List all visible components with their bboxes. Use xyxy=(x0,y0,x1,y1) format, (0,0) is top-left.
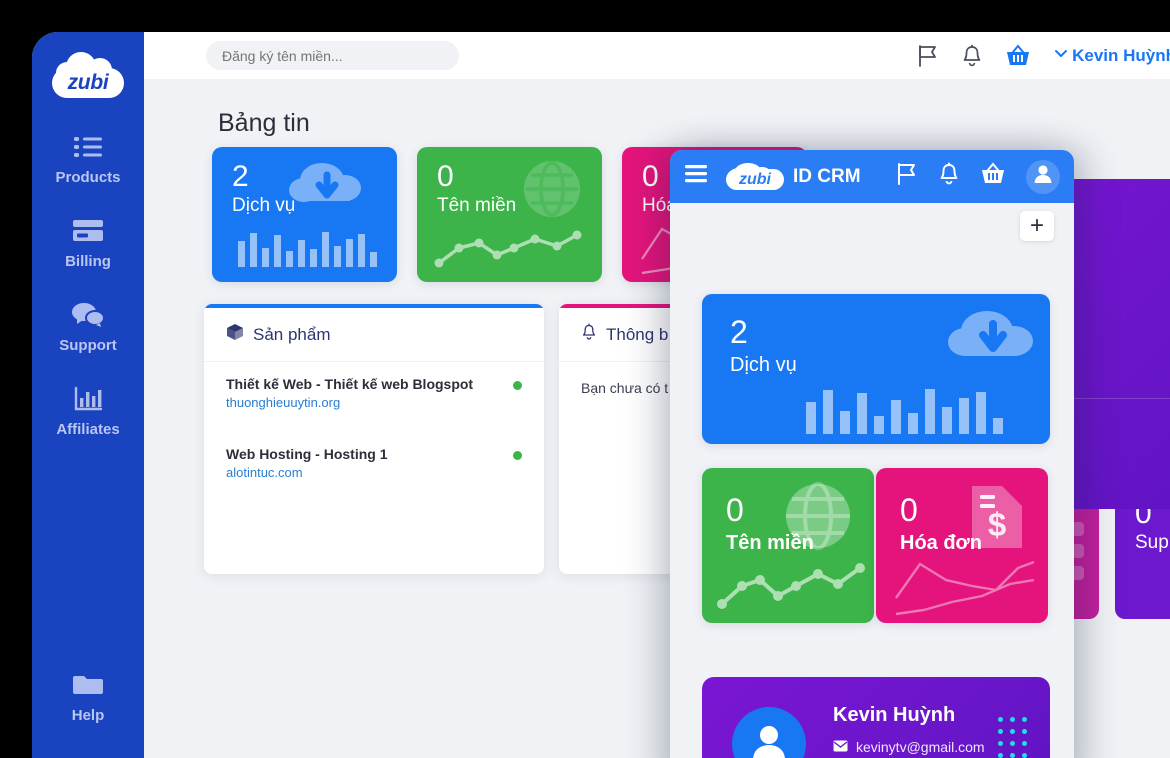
mobile-brand-label: ID CRM xyxy=(793,165,861,187)
line-chart-graphic xyxy=(717,563,865,609)
basket-icon[interactable] xyxy=(980,162,1006,191)
flag-icon[interactable] xyxy=(896,162,918,191)
status-dot xyxy=(513,451,522,460)
cloud-logo-shape: zubi xyxy=(50,50,126,102)
stat-value: 0 xyxy=(726,492,744,528)
chevron-down-icon xyxy=(1053,45,1069,66)
list-icon xyxy=(73,132,103,162)
stat-card-domains[interactable]: 0 Tên miền xyxy=(417,147,602,282)
sidebar-item-affiliates[interactable]: Affiliates xyxy=(32,384,144,438)
zubi-logo[interactable]: zubi xyxy=(50,50,126,102)
mobile-avatar-button[interactable] xyxy=(1026,159,1060,194)
search-input[interactable] xyxy=(206,41,459,70)
line-chart-graphic xyxy=(434,230,582,268)
avatar xyxy=(732,707,806,758)
product-domain-link[interactable]: thuonghieuuytin.org xyxy=(226,395,522,410)
chat-bubbles-icon xyxy=(71,300,105,330)
flag-icon[interactable] xyxy=(917,44,939,68)
bar-chart-graphic xyxy=(806,389,1003,434)
product-domain-link[interactable]: alotintuc.com xyxy=(226,465,522,480)
mobile-user-card[interactable]: Kevin Huỳnh kevinytv@gmail.com 906955518 xyxy=(702,677,1050,758)
bell-icon[interactable] xyxy=(961,44,983,68)
user-name: Kevin Huỳnh xyxy=(833,704,956,726)
mobile-stat-card-invoices[interactable]: $ 0 Hóa đơn xyxy=(876,468,1048,623)
mobile-zubi-logo[interactable]: zubi xyxy=(726,163,784,190)
panel-header: Sản phẩm xyxy=(204,308,544,362)
credit-card-icon xyxy=(72,216,104,246)
stat-label: Dịch vụ xyxy=(232,195,296,216)
mobile-topbar: zubi ID CRM xyxy=(670,150,1074,203)
bell-icon[interactable] xyxy=(938,162,960,191)
user-email: kevinytv@gmail.com xyxy=(856,739,985,755)
products-panel: Sản phẩm Thiết kế Web - Thiết kế web Blo… xyxy=(204,304,544,574)
topbar-actions: Kevin Huỳnh xyxy=(917,43,1170,68)
product-title: Web Hosting - Hosting 1 xyxy=(226,446,388,462)
product-title: Thiết kế Web - Thiết kế web Blogspot xyxy=(226,376,474,392)
stat-label: Tên miền xyxy=(726,532,814,554)
person-icon xyxy=(747,720,791,758)
panel-title: Sản phẩm xyxy=(253,324,331,344)
stat-label: Tên miền xyxy=(437,195,517,216)
stat-value: 0 xyxy=(900,492,918,528)
page-title: Bảng tin xyxy=(218,109,310,137)
box-icon xyxy=(226,323,244,346)
app-frame: zubi Products Billing Support Affiliates… xyxy=(32,32,1170,758)
sidebar-item-products[interactable]: Products xyxy=(32,132,144,186)
sidebar-item-label: Products xyxy=(55,169,121,186)
topbar: Kevin Huỳnh xyxy=(144,32,1170,79)
sidebar-item-support[interactable]: Support xyxy=(32,300,144,354)
user-email-row: kevinytv@gmail.com xyxy=(833,739,985,755)
bell-icon xyxy=(581,323,597,346)
sidebar-item-label: Help xyxy=(71,707,105,724)
mobile-stat-card-services[interactable]: 2 Dịch vụ xyxy=(702,294,1050,444)
mobile-topbar-actions xyxy=(896,159,1060,194)
stat-value: 0 xyxy=(437,160,454,193)
bar-chart-icon xyxy=(73,384,103,414)
stat-label: Support xyxy=(1135,532,1170,553)
product-row[interactable]: Web Hosting - Hosting 1 alotintuc.com xyxy=(204,418,544,488)
sidebar-item-label: Billing xyxy=(65,253,111,270)
status-dot xyxy=(513,381,522,390)
envelope-icon xyxy=(833,739,848,755)
hamburger-icon[interactable] xyxy=(684,164,708,189)
mobile-preview-card: zubi ID CRM + 2 Dịch vụ 0 Tên miền $ 0 H… xyxy=(670,150,1074,758)
sidebar-item-help[interactable]: Help xyxy=(32,670,144,724)
sidebar-item-label: Support xyxy=(59,337,117,354)
stat-value: 0 xyxy=(642,160,659,193)
line-chart-graphic xyxy=(895,560,1035,616)
zubi-logo-text: zubi xyxy=(67,71,109,94)
folder-icon xyxy=(71,670,105,700)
basket-icon[interactable] xyxy=(1005,43,1031,68)
user-name-label: Kevin Huỳnh xyxy=(1072,45,1170,65)
sidebar-item-label: Affiliates xyxy=(56,421,120,438)
stat-value: 2 xyxy=(730,314,748,350)
stat-value: 2 xyxy=(232,160,249,193)
mobile-logo-text: zubi xyxy=(739,171,771,188)
sidebar: zubi Products Billing Support Affiliates… xyxy=(32,32,144,758)
person-icon xyxy=(1032,163,1054,190)
user-menu[interactable]: Kevin Huỳnh xyxy=(1053,45,1170,66)
stat-label: Hóa đơn xyxy=(900,532,982,554)
product-row[interactable]: Thiết kế Web - Thiết kế web Blogspot thu… xyxy=(204,362,544,418)
bar-chart-graphic xyxy=(238,232,377,267)
stat-card-services[interactable]: 2 Dịch vụ xyxy=(212,147,397,282)
svg-text:$: $ xyxy=(988,506,1006,543)
add-button[interactable]: + xyxy=(1020,211,1054,241)
stat-label: Dịch vụ xyxy=(730,354,797,376)
panel-title: Thông b xyxy=(606,324,669,344)
mobile-stat-card-domains[interactable]: 0 Tên miền xyxy=(702,468,874,623)
sidebar-item-billing[interactable]: Billing xyxy=(32,216,144,270)
